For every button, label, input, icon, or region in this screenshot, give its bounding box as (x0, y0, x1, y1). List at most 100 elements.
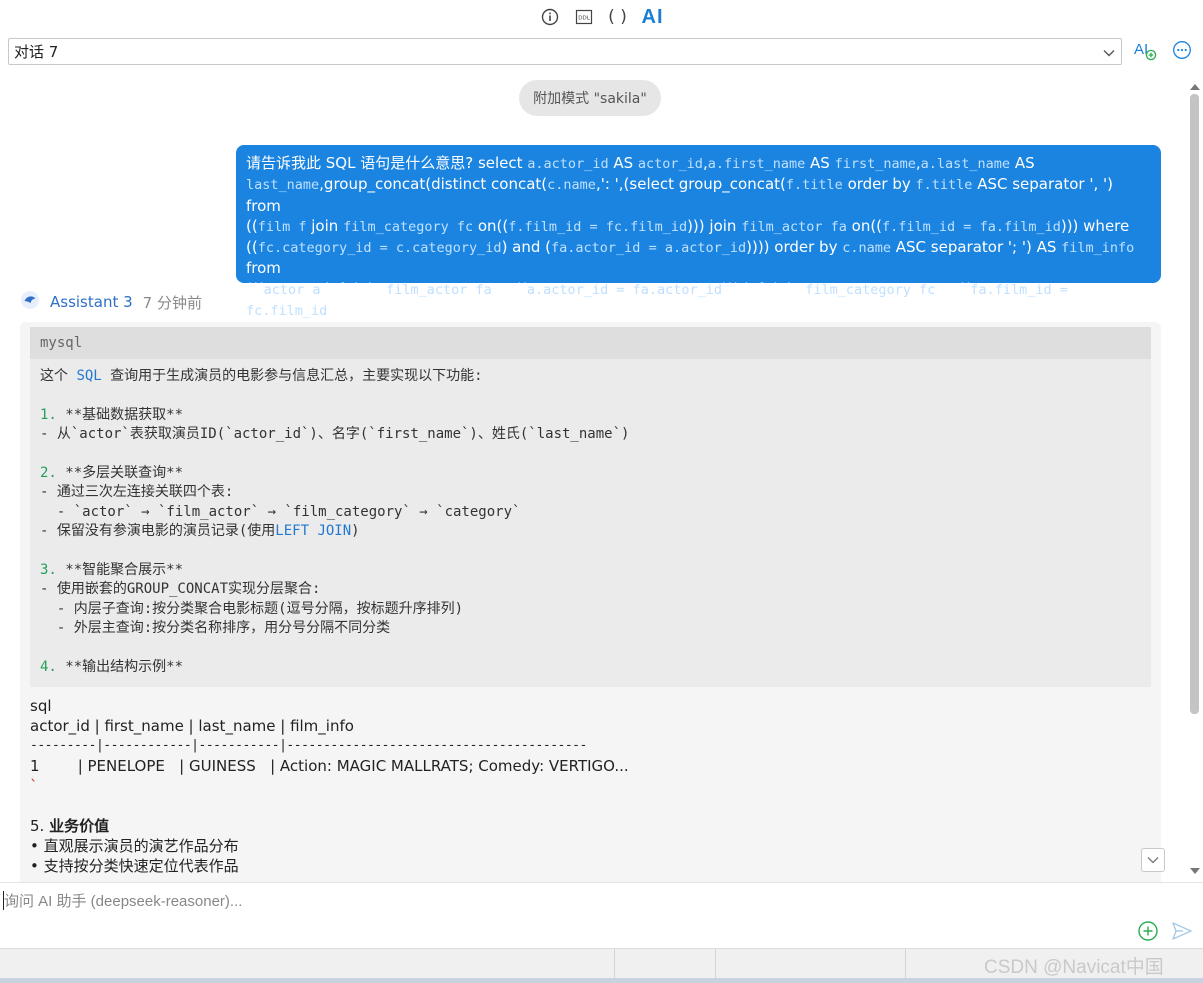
answer-bullet: • 直观展示演员的演艺作品分布 (30, 837, 239, 855)
status-cell (716, 949, 906, 979)
chat-area[interactable]: 附加模式 "sakila" 请告诉我此 SQL 语句是什么意思? select … (0, 72, 1186, 882)
code-token: 4. (40, 658, 57, 675)
send-icon[interactable] (1171, 920, 1193, 946)
chat-scrollbar[interactable] (1186, 80, 1203, 878)
message-text: ((( (246, 279, 264, 298)
parentheses-icon[interactable]: ( ) (608, 7, 628, 27)
info-icon[interactable] (540, 7, 560, 27)
sql-identifier: f.film_id = fc.film_id (508, 218, 688, 235)
message-text: ,group_concat(distinct concat( (319, 175, 548, 194)
message-text: ))) join (687, 216, 742, 235)
answer-heading: 5. 业务价值 (30, 817, 110, 835)
sql-identifier: f.title (915, 177, 973, 194)
chevron-down-icon (1103, 43, 1115, 61)
code-token: **智能聚合展示** (56, 561, 184, 578)
code-token: - 外层主查询:按分类名称排序，用分号分隔不同分类 (40, 620, 391, 637)
sql-identifier: film_actor fa (386, 281, 492, 298)
code-token: **多层关联查询** (56, 464, 184, 481)
message-text: 请告诉我此 SQL 语句是什么意思? select (246, 154, 528, 172)
user-message-line: ((fc.category_id = c.category_id) and (f… (246, 237, 1151, 279)
answer-line (30, 796, 1151, 816)
code-line: 2. **多层关联查询** (40, 464, 1141, 483)
message-text: ))) (327, 301, 345, 320)
assistant-timestamp: 7 分钟前 (142, 293, 202, 312)
code-language-label: mysql (30, 327, 1151, 359)
conversation-select[interactable]: 对话 7 (8, 38, 1122, 65)
sql-identifier: a.first_name (707, 156, 806, 172)
answer-text: sql actor_id | first_name | last_name | … (30, 696, 1151, 876)
scroll-thumb[interactable] (1190, 94, 1199, 714)
ai-mode-button[interactable]: AI (642, 6, 664, 29)
code-token: 1. (40, 406, 57, 423)
code-line: - 通过三次左连接关联四个表: (40, 483, 1141, 502)
code-line: - 外层主查询:按分类名称排序，用分号分隔不同分类 (40, 619, 1141, 638)
code-line: 3. **智能聚合展示** (40, 561, 1141, 580)
assistant-header: Assistant 3 7 分钟前 (20, 290, 202, 314)
message-text: AS (1010, 154, 1035, 172)
scroll-to-bottom-button[interactable] (1141, 848, 1165, 872)
more-icon[interactable] (1172, 40, 1192, 64)
scroll-down-arrow-icon[interactable] (1190, 868, 1200, 874)
status-cell (615, 949, 716, 979)
sql-identifier: f.film_id = fa.film_id (882, 218, 1061, 235)
answer-line: ---------|------------|-----------|-----… (30, 738, 587, 753)
sql-identifier: a.last_name (920, 156, 1011, 172)
code-token: LEFT JOIN (275, 523, 352, 540)
message-text: on(( (935, 279, 971, 298)
message-text: ASC separator '; ') AS (891, 238, 1062, 257)
top-toolbar: DDL ( ) AI (0, 0, 1203, 34)
assistant-avatar-icon (20, 290, 40, 314)
answer-line: sql (30, 697, 52, 715)
code-content: 这个 SQL 查询用于生成演员的电影参与信息汇总，主要实现以下功能: 1. **基… (30, 359, 1151, 677)
code-line: 这个 SQL 查询用于生成演员的电影参与信息汇总，主要实现以下功能: (40, 367, 1141, 386)
code-token: **输出结构示例** (56, 658, 184, 675)
code-line: 1. **基础数据获取** (40, 406, 1141, 425)
sql-identifier: first_name (834, 156, 916, 172)
message-text: from (246, 259, 281, 278)
message-text: (( (246, 216, 258, 235)
conversation-select-value: 对话 7 (14, 43, 59, 61)
add-attachment-icon[interactable] (1137, 920, 1159, 946)
message-text: )))) order by (746, 238, 843, 257)
sql-identifier: film_category fc (805, 281, 936, 298)
attached-schema-pill: 附加模式 "sakila" (519, 80, 661, 116)
sql-identifier: c.name (547, 177, 596, 194)
new-ai-chat-icon[interactable]: AI (1134, 39, 1158, 65)
user-message-line: (((actor a left join film_actor fa on((a… (246, 279, 1151, 322)
message-text: on(( (473, 216, 509, 235)
sql-identifier: actor a (263, 281, 321, 298)
svg-text:DDL: DDL (578, 16, 590, 22)
message-text: ))) left join (722, 279, 806, 298)
code-token: - 内层子查询:按分类聚合电影标题(逗号分隔，按标题升序排列) (40, 600, 463, 617)
sql-identifier: film_category fc (343, 218, 474, 235)
answer-bullet: • 支持按分类快速定位代表作品 (30, 857, 239, 875)
code-line: - `actor` → `film_actor` → `film_categor… (40, 503, 1141, 522)
code-token: SQL (76, 368, 102, 384)
code-token: ) (351, 523, 360, 540)
user-message-line: ((film f join film_category fc on((f.fil… (246, 216, 1151, 237)
sql-identifier: last_name (246, 177, 320, 194)
answer-line: 1 | PENELOPE | GUINESS | Action: MAGIC M… (30, 757, 629, 775)
assistant-name: Assistant 3 (50, 293, 133, 311)
code-token: 2. (40, 464, 57, 481)
sql-identifier: f.title (785, 177, 843, 194)
user-message-line: last_name,group_concat(distinct concat(c… (246, 174, 1151, 216)
sql-identifier: c.name (842, 240, 891, 257)
ddl-icon[interactable]: DDL (574, 7, 594, 27)
code-token: **基础数据获取** (56, 406, 184, 423)
chat-input-area (0, 882, 1203, 948)
message-text: order by (842, 175, 916, 194)
answer-line: ` (30, 777, 38, 795)
sql-identifier: actor_id (637, 156, 703, 172)
code-line: - 保留没有参演电影的演员记录(使用LEFT JOIN) (40, 522, 1141, 541)
conversation-row: 对话 7 AI (8, 38, 1195, 65)
chat-input[interactable] (4, 889, 1104, 913)
window-bottom-edge (0, 978, 1203, 983)
message-text: AS (805, 154, 835, 172)
message-text: left join (320, 279, 387, 298)
scroll-up-arrow-icon[interactable] (1190, 84, 1200, 90)
watermark: CSDN @Navicat中国 (984, 957, 1164, 978)
